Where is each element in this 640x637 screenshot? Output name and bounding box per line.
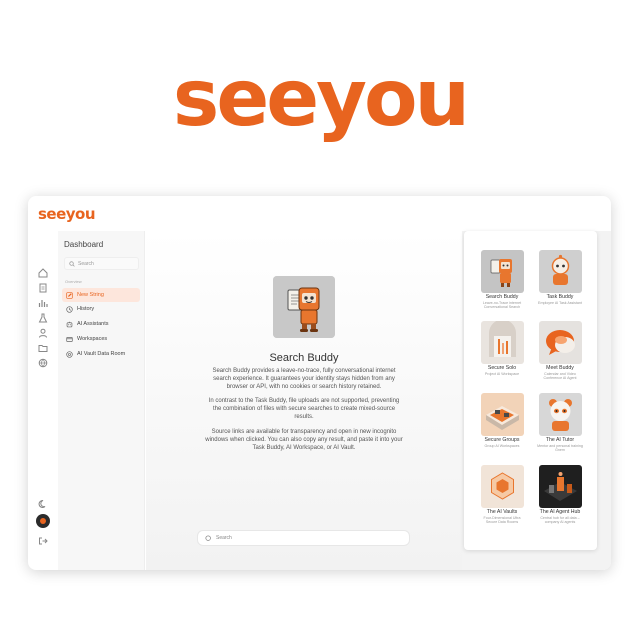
orange-circle-icon[interactable] (36, 514, 50, 528)
hero-logo: seeyou (172, 54, 470, 144)
moon-icon[interactable] (38, 499, 48, 509)
feature-paragraph: Source links are available for transpare… (205, 428, 403, 451)
sidebar-item-history[interactable]: History (62, 302, 140, 316)
ai-vaults-thumbnail (480, 465, 524, 508)
search-icon (69, 260, 75, 267)
card-the-ai-tutor[interactable]: The AI Tutor Mentor and personal trainin… (536, 393, 584, 452)
search-icon (205, 534, 211, 541)
user-icon[interactable] (38, 328, 48, 338)
feature-paragraph: In contrast to the Task Buddy, file uplo… (208, 398, 400, 421)
card-the-ai-agent-hub[interactable]: The AI Agent Hub Central hub for all dat… (536, 465, 584, 524)
sidebar-item-label: Workspaces (77, 336, 108, 342)
assistant-icon (66, 321, 73, 327)
main-content: Search Buddy Search Buddy provides a lea… (146, 231, 462, 570)
main-search-input[interactable]: Search (197, 530, 410, 546)
card-subtitle: Employee AI Task Assistant (538, 300, 582, 305)
card-secure-solo[interactable]: Secure Solo Project AI Workspace (478, 321, 526, 376)
card-task-buddy[interactable]: Task Buddy Employee AI Task Assistant (536, 250, 584, 305)
search-buddy-illustration (273, 276, 335, 338)
task-buddy-thumbnail (538, 250, 582, 293)
assistants-area: Search Buddy Leave-no-Trace internet Con… (462, 231, 611, 570)
sidebar-item-workspaces[interactable]: Workspaces (62, 332, 140, 346)
clock-icon (66, 305, 73, 313)
home-icon[interactable] (38, 268, 48, 278)
feature-paragraph: Search Buddy provides a leave-no-trace, … (212, 368, 396, 391)
ai-agent-hub-thumbnail (538, 465, 582, 508)
chart-icon[interactable] (38, 298, 48, 308)
card-subtitle: Group AI Workspaces (484, 443, 520, 448)
card-meet-buddy[interactable]: Meet Buddy Calendar and Video Conference… (536, 321, 584, 380)
card-name: The AI Agent Hub (539, 509, 581, 515)
sidebar-item-label: History (77, 306, 95, 312)
icon-rail (28, 231, 58, 570)
sidebar-search-placeholder: Search (78, 260, 94, 267)
secure-solo-thumbnail (480, 321, 524, 364)
feature-title: Search Buddy (269, 352, 339, 364)
sidebar-item-ai-vault-data-room[interactable]: AI Vault Data Room (62, 347, 140, 361)
vault-icon (66, 350, 73, 358)
sidebar-title: Dashboard (64, 240, 104, 249)
main-search-placeholder: Search (216, 535, 232, 541)
edit-icon (66, 291, 73, 299)
sidebar-item-new-string[interactable]: New String (62, 288, 140, 302)
card-subtitle: Project AI Workspace (484, 371, 520, 376)
sidebar-item-label: AI Vault Data Room (77, 351, 126, 357)
assistants-panel: Search Buddy Leave-no-Trace internet Con… (464, 231, 597, 550)
search-buddy-thumbnail (480, 250, 524, 293)
app-logo[interactable]: seeyou (38, 205, 96, 223)
globe-icon[interactable] (38, 358, 48, 368)
card-search-buddy[interactable]: Search Buddy Leave-no-Trace internet Con… (478, 250, 526, 309)
app-window: seeyou Dashboard Search Overview New Str… (28, 196, 611, 570)
card-subtitle: Mentor and personal training Gnem (537, 443, 583, 452)
card-secure-groups[interactable]: Secure Groups Group AI Workspaces (478, 393, 526, 448)
sidebar-item-ai-assistants[interactable]: AI Assistants (62, 317, 140, 331)
card-subtitle: Calendar and Video Conference AI Agent (543, 371, 577, 380)
sidebar: Dashboard Search Overview New String His… (58, 231, 145, 570)
ai-tutor-thumbnail (538, 393, 582, 436)
logout-icon[interactable] (38, 536, 48, 546)
feature-description: Search Buddy provides a leave-no-trace, … (204, 367, 404, 458)
sidebar-search-input[interactable]: Search (64, 257, 139, 270)
folder-icon[interactable] (38, 343, 48, 353)
workspace-icon (66, 336, 73, 342)
sidebar-section-label: Overview (65, 279, 82, 284)
card-name: Secure Groups (484, 437, 520, 443)
card-the-ai-vaults[interactable]: The AI Vaults Four-Dimensional Ultra Sec… (478, 465, 526, 524)
robot-clipboard-icon (273, 276, 335, 338)
flask-icon[interactable] (38, 313, 48, 323)
secure-groups-thumbnail (480, 393, 524, 436)
card-subtitle: Leave-no-Trace internet Conversational S… (482, 300, 522, 309)
sidebar-item-label: AI Assistants (77, 321, 109, 327)
card-subtitle: Four-Dimensional Ultra Secure Data Rooms (483, 515, 521, 524)
card-subtitle: Central hub for all data – company AI ag… (540, 515, 580, 524)
sidebar-item-label: New String (77, 292, 104, 298)
meet-buddy-thumbnail (538, 321, 582, 364)
document-icon[interactable] (38, 283, 48, 293)
